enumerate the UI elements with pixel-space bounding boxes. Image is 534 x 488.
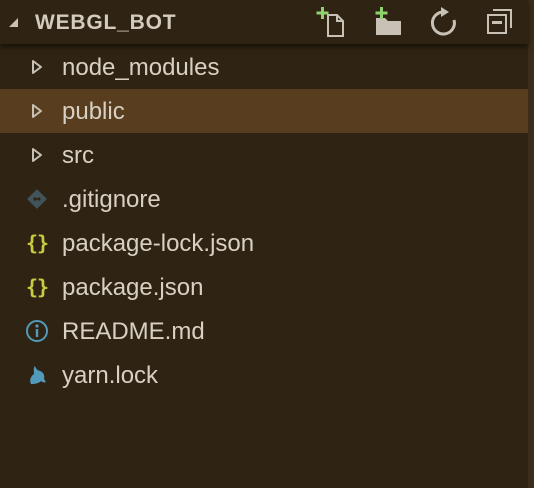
chevron-right-icon[interactable]	[22, 89, 52, 133]
explorer-header[interactable]: WEBGL_BOT	[0, 0, 528, 44]
tree-item-package-json[interactable]: {} package.json	[0, 265, 528, 309]
file-explorer: WEBGL_BOT node_modules public src .gitig…	[0, 0, 534, 488]
tree-item-label: node_modules	[62, 54, 220, 81]
tree-item-label: README.md	[62, 318, 205, 345]
tree-item-yarn-lock[interactable]: yarn.lock	[0, 353, 528, 397]
new-folder-icon	[373, 6, 405, 38]
tree-item-label: public	[62, 98, 125, 125]
new-file-icon	[316, 6, 348, 38]
chevron-down-icon[interactable]	[7, 16, 21, 30]
yarn-icon	[22, 353, 52, 397]
tree-item-package-lock-json[interactable]: {} package-lock.json	[0, 221, 528, 265]
chevron-right-icon[interactable]	[22, 133, 52, 177]
tree-item-label: .gitignore	[62, 186, 161, 213]
tree-item-src[interactable]: src	[0, 133, 528, 177]
tree-item-gitignore[interactable]: .gitignore	[0, 177, 528, 221]
tree-item-label: package-lock.json	[62, 230, 255, 257]
file-tree: node_modules public src .gitignore {} pa…	[0, 45, 528, 397]
tree-item-readme-md[interactable]: README.md	[0, 309, 528, 353]
refresh-button[interactable]	[428, 6, 460, 38]
tree-item-label: yarn.lock	[62, 362, 159, 389]
git-icon	[22, 177, 52, 221]
json-icon: {}	[25, 275, 49, 299]
tree-item-node-modules[interactable]: node_modules	[0, 45, 528, 89]
folder-title: WEBGL_BOT	[35, 11, 177, 34]
refresh-icon	[428, 6, 460, 38]
scrollbar-track[interactable]	[528, 0, 534, 488]
new-file-button[interactable]	[316, 6, 348, 38]
collapse-all-icon	[484, 6, 516, 38]
collapse-all-button[interactable]	[484, 6, 516, 38]
json-icon: {}	[25, 231, 49, 255]
new-folder-button[interactable]	[373, 6, 405, 38]
tree-item-label: src	[62, 142, 94, 169]
tree-item-public[interactable]: public	[0, 89, 528, 133]
tree-item-label: package.json	[62, 274, 204, 301]
chevron-right-icon[interactable]	[22, 45, 52, 89]
info-icon	[22, 309, 52, 353]
